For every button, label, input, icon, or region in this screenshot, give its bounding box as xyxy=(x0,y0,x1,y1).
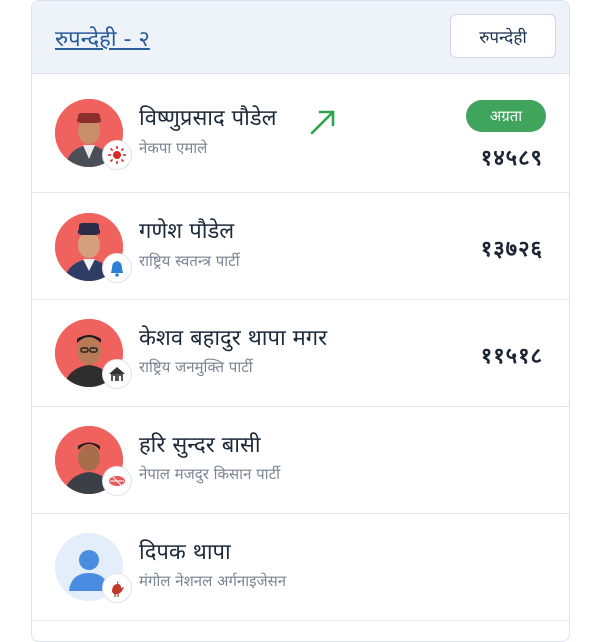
party-name: नेकपा एमाले xyxy=(139,139,208,157)
vote-count: ११५१८ xyxy=(480,344,543,369)
district-title-link[interactable]: रुपन्देही - २ xyxy=(55,23,150,53)
vote-count: १३७२६ xyxy=(480,237,543,262)
candidate-name: विष्णुप्रसाद पौडेल xyxy=(139,106,277,131)
trending-up-icon xyxy=(310,110,335,135)
card-header: रुपन्देही - २ रुपन्देही xyxy=(32,1,569,74)
candidate-row[interactable]: विष्णुप्रसाद पौडेल नेकपा एमाले अग्रता १४… xyxy=(32,74,569,193)
house-icon xyxy=(102,359,132,389)
party-name: मंगोल नेशनल अर्गनाइजेसन xyxy=(139,572,287,590)
district-button[interactable]: रुपन्देही xyxy=(450,14,556,58)
candidate-name: दिपक थापा xyxy=(139,540,231,565)
candidate-row[interactable]: केशव बहादुर थापा मगर राष्ट्रिय जनमुक्ति … xyxy=(32,300,569,407)
madal-icon xyxy=(102,466,132,496)
candidate-name: गणेश पौडेल xyxy=(139,219,235,244)
party-name: राष्ट्रिय जनमुक्ति पार्टी xyxy=(139,358,253,376)
party-name: नेपाल मजदुर किसान पार्टी xyxy=(139,465,281,483)
candidate-row[interactable]: हरि सुन्दर बासी नेपाल मजदुर किसान पार्टी xyxy=(32,407,569,514)
leading-badge: अग्रता xyxy=(466,100,546,132)
candidate-name: हरि सुन्दर बासी xyxy=(139,433,261,458)
sun-icon xyxy=(102,140,132,170)
bell-icon xyxy=(102,253,132,283)
constituency-card: रुपन्देही - २ रुपन्देही विष्णुप्रसाद पौड… xyxy=(31,0,570,642)
rooster-icon xyxy=(102,573,132,603)
candidate-row[interactable]: दिपक थापा मंगोल नेशनल अर्गनाइजेसन xyxy=(32,514,569,621)
candidate-name: केशव बहादुर थापा मगर xyxy=(139,326,328,351)
party-name: राष्ट्रिय स्वतन्त्र पार्टी xyxy=(139,252,240,270)
vote-count: १४५८९ xyxy=(480,146,543,171)
candidate-row[interactable]: गणेश पौडेल राष्ट्रिय स्वतन्त्र पार्टी १३… xyxy=(32,193,569,300)
